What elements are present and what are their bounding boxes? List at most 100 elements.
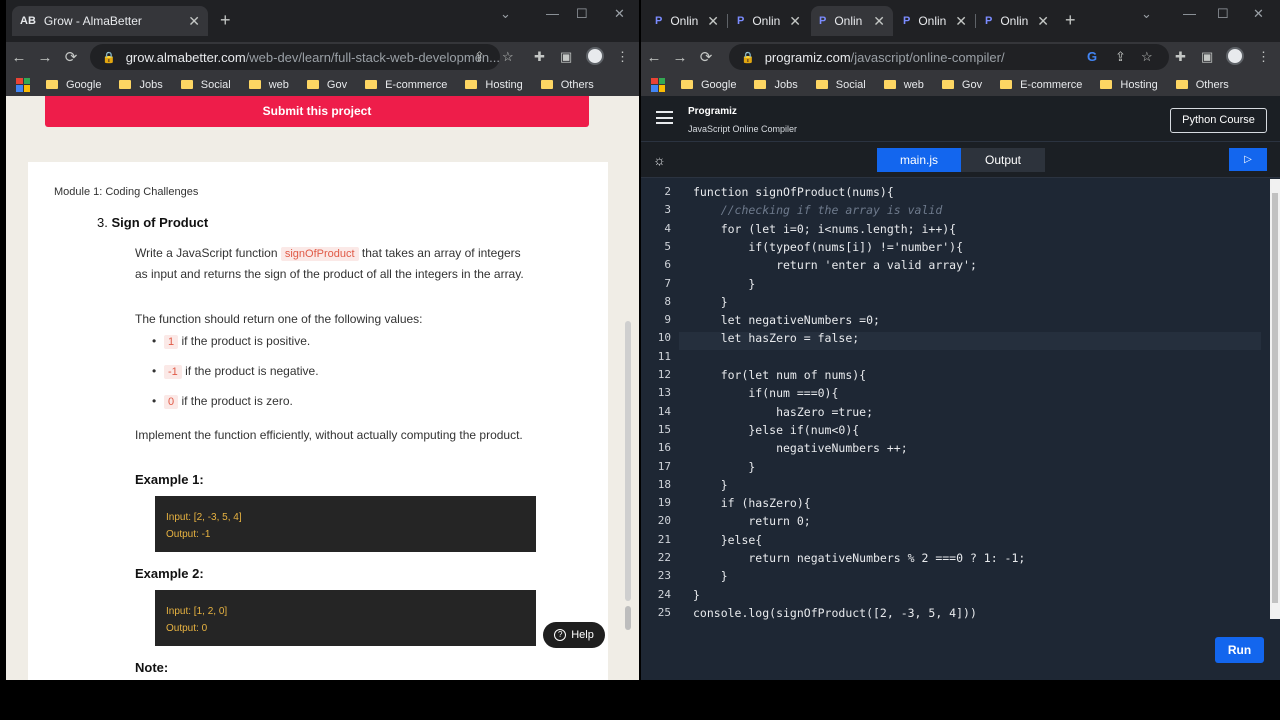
tab-online-5[interactable]: P Onlin ✕ (977, 6, 1057, 36)
code-line: function signOfProduct(nums){ (693, 185, 894, 199)
address-bar[interactable]: 🔒 grow.almabetter.com/web-dev/learn/full… (90, 44, 500, 70)
tab-main-js[interactable]: main.js (877, 148, 961, 172)
menu-icon[interactable]: ⋮ (616, 49, 629, 65)
tab-almabetter[interactable]: AB Grow - AlmaBetter ✕ (12, 6, 208, 36)
bookmark-google[interactable]: Google (681, 79, 736, 91)
tab-online-2[interactable]: P Onlin ✕ (729, 6, 809, 36)
help-button[interactable]: ? Help (543, 622, 605, 648)
navigation-bar: ← → ⟳ 🔒 grow.almabetter.com/web-dev/lear… (6, 42, 639, 72)
close-tab-icon[interactable]: ✕ (188, 13, 200, 30)
return-intro: The function should return one of the fo… (135, 312, 423, 326)
bookmark-jobs[interactable]: Jobs (754, 79, 798, 91)
programiz-logo[interactable]: Programiz (688, 106, 737, 117)
maximize-icon[interactable]: ☐ (1217, 6, 1229, 22)
tab-strip: P Onlin ✕ P Onlin ✕ P Onlin ✕ P Onlin ✕ P Onlin ✕ … (641, 0, 1280, 42)
tab-search-icon[interactable]: ⌄ (500, 6, 511, 22)
page-scrollbar[interactable] (625, 321, 631, 601)
bookmark-gov[interactable]: Gov (941, 79, 982, 91)
hamburger-menu-icon[interactable] (656, 111, 673, 124)
tab-online-1[interactable]: P Onlin ✕ (647, 6, 728, 36)
bookmark-hosting[interactable]: Hosting (465, 79, 523, 91)
apps-icon[interactable] (16, 77, 30, 92)
folder-icon (365, 80, 378, 89)
close-tab-icon[interactable]: ✕ (1037, 13, 1049, 30)
line-number: 6 (664, 258, 671, 272)
line-number: 16 (657, 441, 671, 455)
apps-icon[interactable] (651, 77, 665, 92)
bookmark-star-icon[interactable]: ☆ (502, 49, 514, 65)
new-tab-icon[interactable]: + (1065, 10, 1076, 31)
bookmark-ecommerce[interactable]: E-commerce (1000, 79, 1082, 91)
page-scrollbar-thumb[interactable] (625, 606, 631, 630)
sidepanel-icon[interactable]: ▣ (1201, 49, 1213, 65)
bookmark-web[interactable]: web (883, 79, 924, 91)
bookmark-ecommerce[interactable]: E-commerce (365, 79, 447, 91)
run-play-icon[interactable]: ▷ (1229, 148, 1267, 171)
address-bar[interactable]: 🔒 programiz.com/javascript/online-compil… (729, 44, 1169, 70)
menu-icon[interactable]: ⋮ (1257, 49, 1270, 65)
profile-avatar[interactable] (1226, 47, 1244, 65)
run-button[interactable]: Run (1215, 637, 1264, 663)
close-tab-icon[interactable]: ✕ (789, 13, 801, 30)
bookmarks-bar: Google Jobs Social web Gov E-commerce Ho… (641, 72, 1280, 98)
new-tab-icon[interactable]: + (220, 10, 231, 31)
tab-online-4[interactable]: P Onlin ✕ (895, 6, 976, 36)
close-tab-icon[interactable]: ✕ (955, 13, 967, 30)
url-path: /web-dev/learn/full-stack-web-developmen… (245, 49, 500, 65)
tab-search-icon[interactable]: ⌄ (1141, 6, 1152, 22)
forward-icon[interactable]: → (32, 49, 58, 66)
reload-icon[interactable]: ⟳ (58, 48, 84, 66)
line-number: 11 (657, 349, 671, 363)
back-icon[interactable]: ← (6, 49, 32, 66)
inline-code: signOfProduct (280, 247, 359, 261)
lock-icon: 🔒 (102, 51, 116, 64)
folder-icon (248, 80, 261, 89)
editor-scrollbar-thumb[interactable] (1272, 193, 1278, 603)
close-tab-icon[interactable]: ✕ (873, 13, 885, 30)
code-editor[interactable]: 2 3 4 5 6 7 8 9 10 11 12 13 14 15 16 17 18 19 20 21 22 23 24 25… (641, 179, 1280, 680)
reload-icon[interactable]: ⟳ (693, 48, 719, 66)
extensions-icon[interactable]: ✚ (534, 49, 545, 65)
minimize-icon[interactable]: — (546, 6, 559, 21)
bookmark-star-icon[interactable]: ☆ (1141, 49, 1153, 65)
bookmark-jobs[interactable]: Jobs (119, 79, 163, 91)
bookmark-others[interactable]: Others (1175, 79, 1229, 91)
python-course-button[interactable]: Python Course (1170, 108, 1267, 133)
programiz-favicon: P (655, 15, 663, 27)
code-line: } (693, 276, 756, 291)
folder-icon (1000, 80, 1013, 89)
list-item: 1 if the product is positive. (152, 334, 310, 349)
left-browser-window: AB Grow - AlmaBetter ✕ + ⌄ — ☐ ✕ ← → ⟳ 🔒… (6, 0, 639, 680)
folder-icon (815, 80, 828, 89)
google-icon[interactable]: G (1087, 49, 1097, 64)
profile-avatar[interactable] (586, 47, 604, 65)
folder-icon (681, 80, 693, 89)
back-icon[interactable]: ← (641, 49, 667, 66)
submit-project-button[interactable]: Submit this project (45, 96, 589, 127)
list-item: 0 if the product is zero. (152, 394, 293, 409)
tab-output[interactable]: Output (961, 148, 1045, 172)
maximize-icon[interactable]: ☐ (576, 6, 588, 22)
theme-toggle-sun-icon[interactable]: ☼ (653, 153, 667, 167)
tab-online-3[interactable]: P Onlin ✕ (811, 6, 893, 36)
bookmark-gov[interactable]: Gov (306, 79, 347, 91)
close-tab-icon[interactable]: ✕ (707, 13, 719, 30)
share-icon[interactable]: ⇪ (1115, 49, 1126, 65)
line-number: 17 (657, 459, 671, 473)
close-window-icon[interactable]: ✕ (614, 6, 625, 22)
forward-icon[interactable]: → (667, 49, 693, 66)
bookmark-hosting[interactable]: Hosting (1100, 79, 1158, 91)
line-number: 15 (657, 422, 671, 436)
share-icon[interactable]: ⇪ (474, 49, 485, 65)
sidepanel-icon[interactable]: ▣ (560, 49, 572, 65)
editor-scrollbar[interactable] (1270, 179, 1280, 619)
minimize-icon[interactable]: — (1183, 6, 1196, 21)
bookmark-google[interactable]: Google (46, 79, 101, 91)
extensions-icon[interactable]: ✚ (1175, 49, 1186, 65)
bookmark-others[interactable]: Others (540, 79, 594, 91)
bookmark-social[interactable]: Social (815, 79, 866, 91)
bookmark-web[interactable]: web (248, 79, 289, 91)
bookmark-social[interactable]: Social (180, 79, 231, 91)
code-line: if(num ===0){ (693, 386, 839, 401)
close-window-icon[interactable]: ✕ (1253, 6, 1264, 22)
